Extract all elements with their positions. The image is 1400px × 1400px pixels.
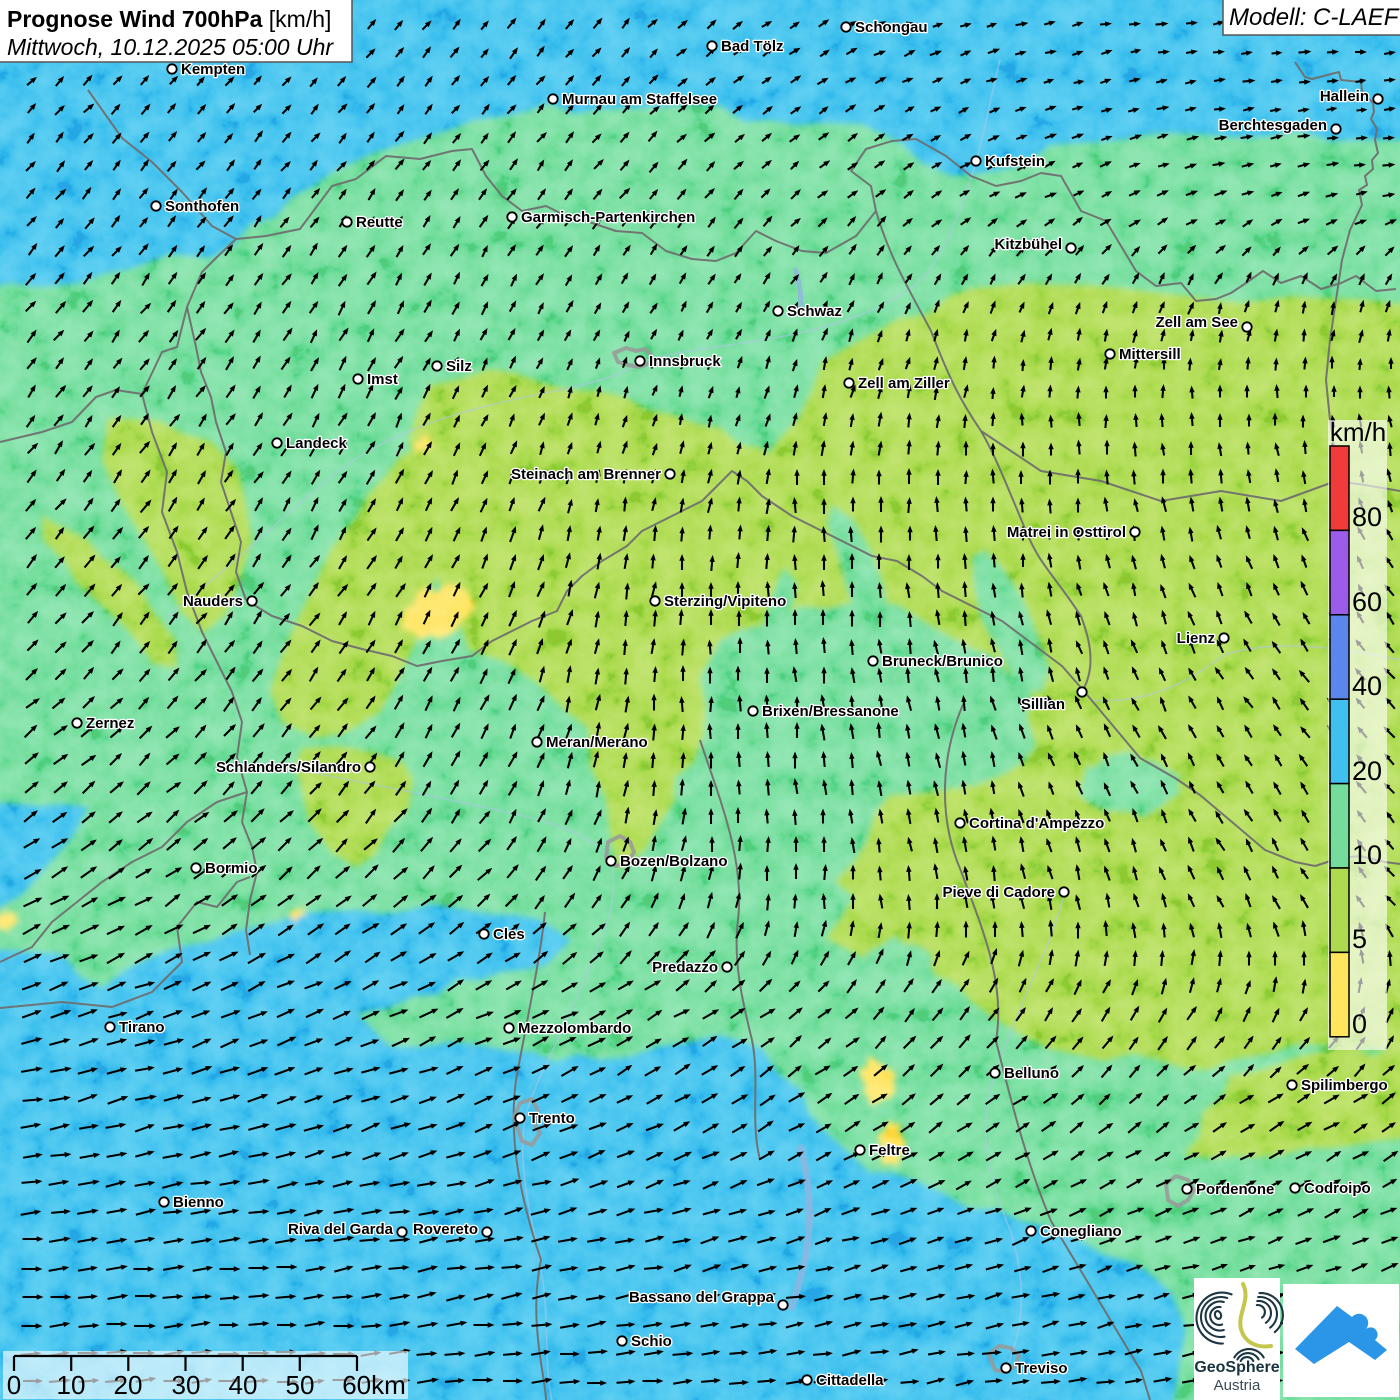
svg-text:Matrei in Osttirol: Matrei in Osttirol: [1007, 524, 1126, 541]
svg-text:Austria: Austria: [1214, 1377, 1261, 1394]
svg-text:80: 80: [1352, 502, 1382, 532]
svg-text:Prognose Wind 700hPa [km/h]: Prognose Wind 700hPa [km/h]: [7, 6, 331, 32]
svg-text:Codroipo: Codroipo: [1304, 1180, 1371, 1197]
svg-text:Sterzing/Vipiteno: Sterzing/Vipiteno: [664, 593, 786, 610]
svg-text:Pordenone: Pordenone: [1196, 1181, 1274, 1198]
svg-text:60: 60: [1352, 587, 1382, 617]
svg-text:Kufstein: Kufstein: [985, 153, 1045, 170]
svg-text:Pieve di Cadore: Pieve di Cadore: [942, 884, 1055, 901]
svg-text:50: 50: [286, 1370, 315, 1400]
svg-text:Steinach am Brenner: Steinach am Brenner: [511, 466, 661, 483]
svg-text:Mittwoch, 10.12.2025 05:00 Uhr: Mittwoch, 10.12.2025 05:00 Uhr: [7, 34, 334, 60]
svg-text:Bruneck/Brunico: Bruneck/Brunico: [882, 653, 1003, 670]
svg-text:Schio: Schio: [631, 1333, 672, 1350]
svg-text:Zell am See: Zell am See: [1155, 314, 1238, 331]
svg-text:Garmisch-Partenkirchen: Garmisch-Partenkirchen: [521, 209, 695, 226]
svg-text:Silz: Silz: [446, 358, 472, 375]
svg-text:Zernez: Zernez: [86, 715, 134, 732]
svg-text:Sonthofen: Sonthofen: [165, 198, 239, 215]
svg-text:40: 40: [229, 1370, 258, 1400]
svg-text:Rovereto: Rovereto: [413, 1221, 478, 1238]
svg-text:0: 0: [7, 1370, 21, 1400]
svg-text:Bassano del Grappa: Bassano del Grappa: [629, 1289, 775, 1306]
svg-text:Tirano: Tirano: [119, 1019, 165, 1036]
svg-text:Bad Tölz: Bad Tölz: [721, 38, 784, 55]
svg-text:Feltre: Feltre: [869, 1142, 910, 1159]
svg-text:Reutte: Reutte: [356, 214, 403, 231]
svg-text:10: 10: [57, 1370, 86, 1400]
svg-text:Schwaz: Schwaz: [787, 303, 842, 320]
svg-text:Predazzo: Predazzo: [652, 959, 718, 976]
svg-text:20: 20: [1352, 756, 1382, 786]
svg-text:Belluno: Belluno: [1004, 1065, 1059, 1082]
svg-text:Modell: C-LAEF: Modell: C-LAEF: [1229, 4, 1400, 31]
svg-text:Bozen/Bolzano: Bozen/Bolzano: [620, 853, 728, 870]
svg-text:60km: 60km: [342, 1370, 406, 1400]
svg-text:Cittadella: Cittadella: [816, 1372, 884, 1389]
svg-text:Mittersill: Mittersill: [1119, 346, 1181, 363]
svg-text:Schongau: Schongau: [855, 19, 928, 36]
svg-text:Conegliano: Conegliano: [1040, 1223, 1122, 1240]
svg-text:Mezzolombardo: Mezzolombardo: [518, 1020, 631, 1037]
svg-text:Hallein: Hallein: [1320, 88, 1369, 105]
svg-text:Berchtesgaden: Berchtesgaden: [1219, 117, 1327, 134]
svg-text:Brixen/Bressanone: Brixen/Bressanone: [762, 703, 899, 720]
svg-text:Lienz: Lienz: [1177, 630, 1215, 647]
svg-text:10: 10: [1352, 840, 1382, 870]
svg-text:Landeck: Landeck: [286, 435, 348, 452]
svg-text:Schlanders/Silandro: Schlanders/Silandro: [216, 759, 361, 776]
svg-text:Kitzbühel: Kitzbühel: [995, 236, 1063, 253]
svg-text:Imst: Imst: [367, 371, 398, 388]
svg-text:30: 30: [172, 1370, 201, 1400]
svg-text:Sillian: Sillian: [1021, 696, 1065, 713]
svg-text:Meran/Merano: Meran/Merano: [546, 734, 648, 751]
svg-text:Zell am Ziller: Zell am Ziller: [858, 375, 950, 392]
svg-text:Spilimbergo: Spilimbergo: [1301, 1077, 1388, 1094]
svg-text:Cortina d'Ampezzo: Cortina d'Ampezzo: [969, 815, 1104, 832]
svg-text:Nauders: Nauders: [183, 593, 243, 610]
svg-text:Innsbruck: Innsbruck: [649, 353, 721, 370]
svg-text:Treviso: Treviso: [1015, 1360, 1068, 1377]
svg-text:20: 20: [114, 1370, 143, 1400]
svg-text:5: 5: [1352, 924, 1367, 954]
svg-text:Murnau am Staffelsee: Murnau am Staffelsee: [562, 91, 717, 108]
svg-text:Bienno: Bienno: [173, 1194, 224, 1211]
svg-text:GeoSphere: GeoSphere: [1194, 1359, 1279, 1376]
svg-text:40: 40: [1352, 671, 1382, 701]
svg-text:km/h: km/h: [1330, 417, 1386, 447]
svg-text:Bormio: Bormio: [205, 860, 258, 877]
svg-text:Riva del Garda: Riva del Garda: [288, 1221, 394, 1238]
svg-text:Cles: Cles: [493, 926, 525, 943]
svg-text:Trento: Trento: [529, 1110, 575, 1127]
svg-text:0: 0: [1352, 1009, 1367, 1039]
svg-text:Kempten: Kempten: [181, 61, 245, 78]
